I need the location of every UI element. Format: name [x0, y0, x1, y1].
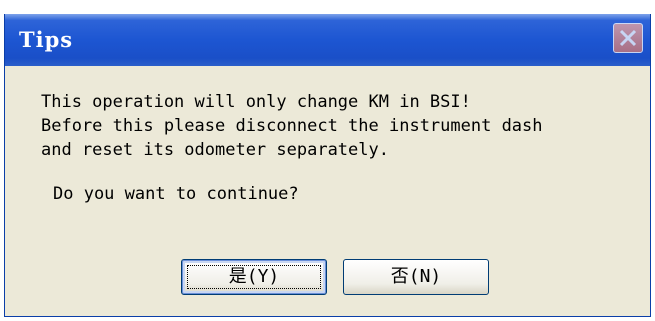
- title-bar[interactable]: Tips: [5, 14, 650, 66]
- yes-button[interactable]: 是(Y): [181, 259, 327, 295]
- focus-rectangle: [187, 265, 321, 289]
- close-button[interactable]: [613, 23, 643, 53]
- tips-dialog: Tips This operation will only change KM …: [4, 14, 651, 317]
- message-line: and reset its odometer separately.: [41, 140, 389, 160]
- close-icon: [619, 29, 637, 47]
- message-line: This operation will only change KM in BS…: [41, 92, 471, 112]
- no-button[interactable]: 否(N): [343, 259, 489, 295]
- message-line: Before this please disconnect the instru…: [41, 116, 543, 136]
- no-button-label: 否(N): [390, 266, 442, 287]
- message-text: This operation will only change KM in BS…: [41, 90, 543, 162]
- dialog-title: Tips: [19, 27, 74, 52]
- question-text: Do you want to continue?: [53, 184, 299, 204]
